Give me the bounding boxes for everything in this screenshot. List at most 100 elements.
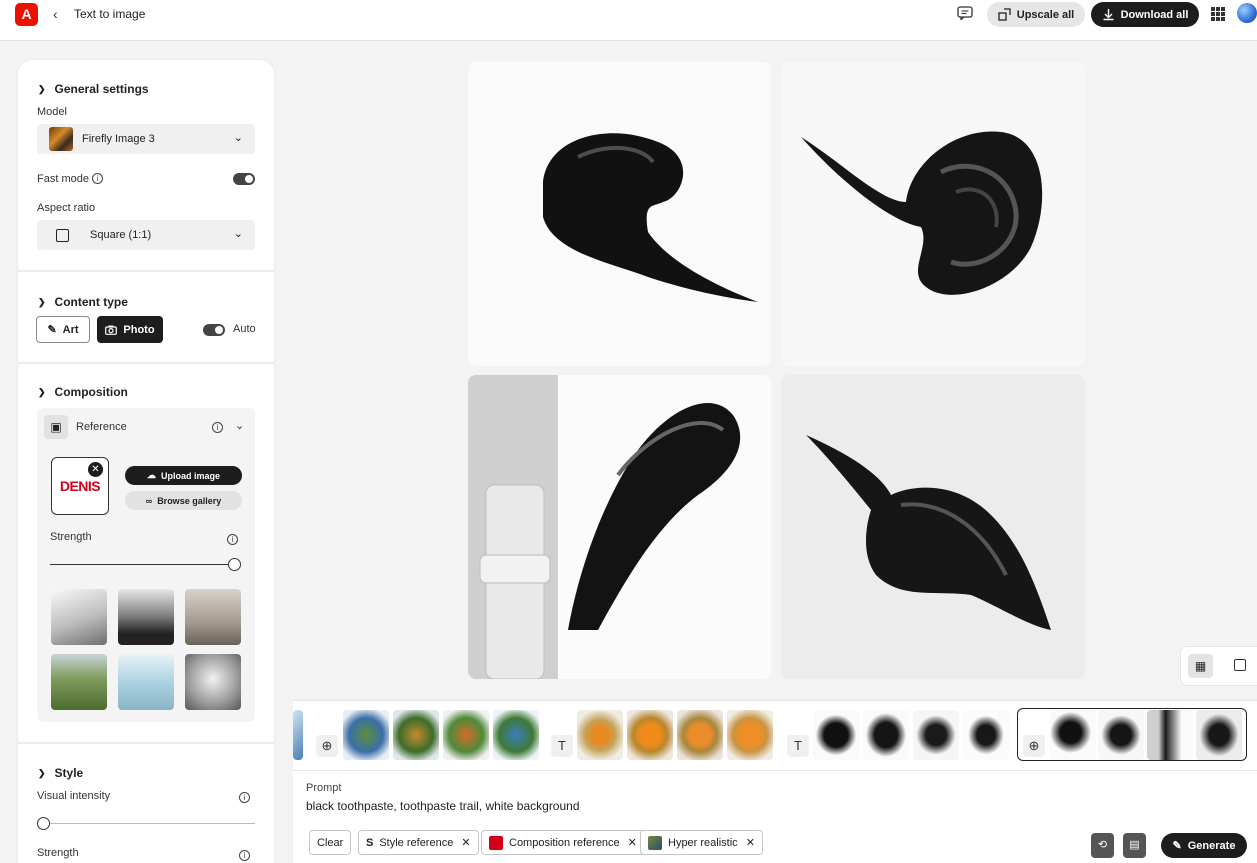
history-thumb[interactable] [863, 710, 909, 760]
visual-intensity-slider-knob[interactable] [37, 817, 50, 830]
strength-slider-track[interactable] [50, 564, 228, 565]
back-arrow-icon[interactable]: ‹ [53, 6, 58, 22]
general-settings-title: General settings [54, 82, 149, 96]
info-icon[interactable]: i [227, 534, 238, 545]
clear-label: Clear [317, 836, 344, 849]
history-thumb[interactable] [1196, 710, 1242, 760]
history-thumb[interactable] [677, 710, 723, 760]
download-icon [1103, 9, 1114, 21]
history-thumb[interactable] [727, 710, 773, 760]
style-header[interactable]: ❯ Style [38, 766, 83, 780]
chevron-down-icon: ❯ [38, 386, 46, 397]
visual-intensity-slider-track[interactable] [37, 823, 255, 824]
remove-chip-icon[interactable]: ✕ [746, 836, 755, 849]
apps-grid-icon[interactable] [1211, 7, 1225, 21]
avatar[interactable] [1237, 3, 1257, 23]
generated-image-3[interactable] [468, 375, 771, 679]
gallery-thumb-landscape[interactable] [118, 589, 174, 645]
chevron-down-icon: ⌄ [233, 132, 243, 144]
history-thumb[interactable] [1098, 710, 1144, 760]
divider [18, 742, 274, 744]
settings-check-icon[interactable]: ▤ [1123, 833, 1146, 858]
breadcrumb[interactable]: Text to image [74, 7, 145, 21]
history-thumb[interactable] [913, 710, 959, 760]
strength-slider-knob[interactable] [228, 558, 241, 571]
add-reference-icon[interactable]: ⊕ [316, 735, 338, 757]
toothpaste-streak-image [806, 435, 1051, 630]
history-thumb[interactable] [443, 710, 489, 760]
auto-label: Auto [233, 323, 256, 335]
model-select[interactable]: Firefly Image 3 ⌄ [37, 124, 255, 154]
view-toggle: ▦ [1181, 647, 1257, 685]
info-icon[interactable]: i [92, 173, 103, 184]
settings-panel: ❯ General settings Model Firefly Image 3… [18, 60, 274, 863]
prompt-label: Prompt [306, 782, 342, 794]
fast-mode-toggle[interactable] [233, 173, 255, 185]
cloud-upload-icon: ☁ [146, 470, 156, 480]
general-settings-header[interactable]: ❯ General settings [38, 82, 149, 96]
remove-chip-icon[interactable]: ✕ [461, 836, 470, 849]
history-thumb[interactable] [1147, 710, 1193, 760]
generated-image-1[interactable] [468, 62, 771, 366]
hyper-realistic-chip[interactable]: Hyper realistic ✕ [640, 830, 763, 855]
art-button[interactable]: ✎ Art [36, 316, 90, 343]
style-reference-chip[interactable]: S Style reference ✕ [358, 830, 479, 855]
browse-gallery-button[interactable]: ∞ Browse gallery [125, 491, 242, 510]
fast-mode-label: Fast mode [37, 173, 89, 185]
history-thumb[interactable] [493, 710, 539, 760]
content-type-header[interactable]: ❯ Content type [38, 295, 128, 309]
generated-image-2[interactable] [781, 62, 1085, 366]
generated-image-4[interactable] [781, 375, 1085, 679]
remove-reference-icon[interactable]: ✕ [88, 462, 103, 477]
add-reference-icon[interactable]: ⊕ [1023, 735, 1045, 757]
chevron-down-icon: ❯ [38, 767, 46, 778]
prompt-input[interactable]: black toothpaste, toothpaste trail, whit… [306, 799, 580, 813]
history-thumb[interactable] [1050, 710, 1096, 760]
info-icon[interactable]: i [239, 850, 250, 861]
aspect-ratio-select[interactable]: Square (1:1) ⌄ [37, 220, 255, 250]
upscale-icon [998, 8, 1011, 21]
photo-button[interactable]: Photo [97, 316, 163, 343]
history-thumb[interactable] [813, 710, 859, 760]
text-prompt-icon[interactable]: T [787, 735, 809, 757]
history-icon[interactable]: ⟲ [1091, 833, 1114, 858]
text-prompt-icon[interactable]: T [551, 735, 573, 757]
history-thumb[interactable] [577, 710, 623, 760]
divider [18, 362, 274, 364]
composition-title: Composition [54, 385, 128, 399]
download-all-button[interactable]: Download all [1091, 2, 1199, 27]
denis-logo-text: DENIS [59, 478, 101, 494]
content-type-title: Content type [54, 295, 128, 309]
upload-image-label: Upload image [160, 470, 220, 481]
divider [18, 270, 274, 272]
composition-reference-chip[interactable]: Composition reference ✕ [481, 830, 645, 855]
grid-view-icon[interactable]: ▦ [1188, 654, 1213, 678]
auto-toggle[interactable] [203, 324, 225, 336]
remove-chip-icon[interactable]: ✕ [628, 836, 637, 849]
gallery-thumb-road[interactable] [51, 654, 107, 710]
generate-button[interactable]: ✎ Generate [1161, 833, 1247, 858]
single-view-icon[interactable] [1234, 659, 1246, 671]
upscale-all-label: Upscale all [1016, 8, 1075, 21]
info-icon[interactable]: i [212, 422, 223, 433]
gallery-thumb-sphere[interactable] [118, 654, 174, 710]
toothpaste-swirl-image [543, 133, 758, 302]
history-thumb[interactable] [393, 710, 439, 760]
clear-button[interactable]: Clear [309, 830, 352, 855]
adobe-logo[interactable]: A [15, 3, 38, 26]
gallery-thumb-owl[interactable] [185, 654, 241, 710]
upload-image-button[interactable]: ☁ Upload image [125, 466, 242, 485]
history-thumb[interactable] [963, 710, 1009, 760]
history-thumb[interactable] [293, 710, 303, 760]
gallery-thumb-bird[interactable] [51, 589, 107, 645]
feedback-icon[interactable] [957, 6, 973, 20]
history-thumb[interactable] [627, 710, 673, 760]
composition-header[interactable]: ❯ Composition [38, 385, 128, 399]
chevron-down-icon[interactable]: ⌄ [235, 419, 244, 432]
square-icon [56, 228, 69, 242]
gallery-thumb-room[interactable] [185, 589, 241, 645]
info-icon[interactable]: i [239, 792, 250, 803]
history-thumb[interactable] [343, 710, 389, 760]
reference-label: Reference [76, 421, 127, 433]
upscale-all-button[interactable]: Upscale all [987, 2, 1085, 27]
